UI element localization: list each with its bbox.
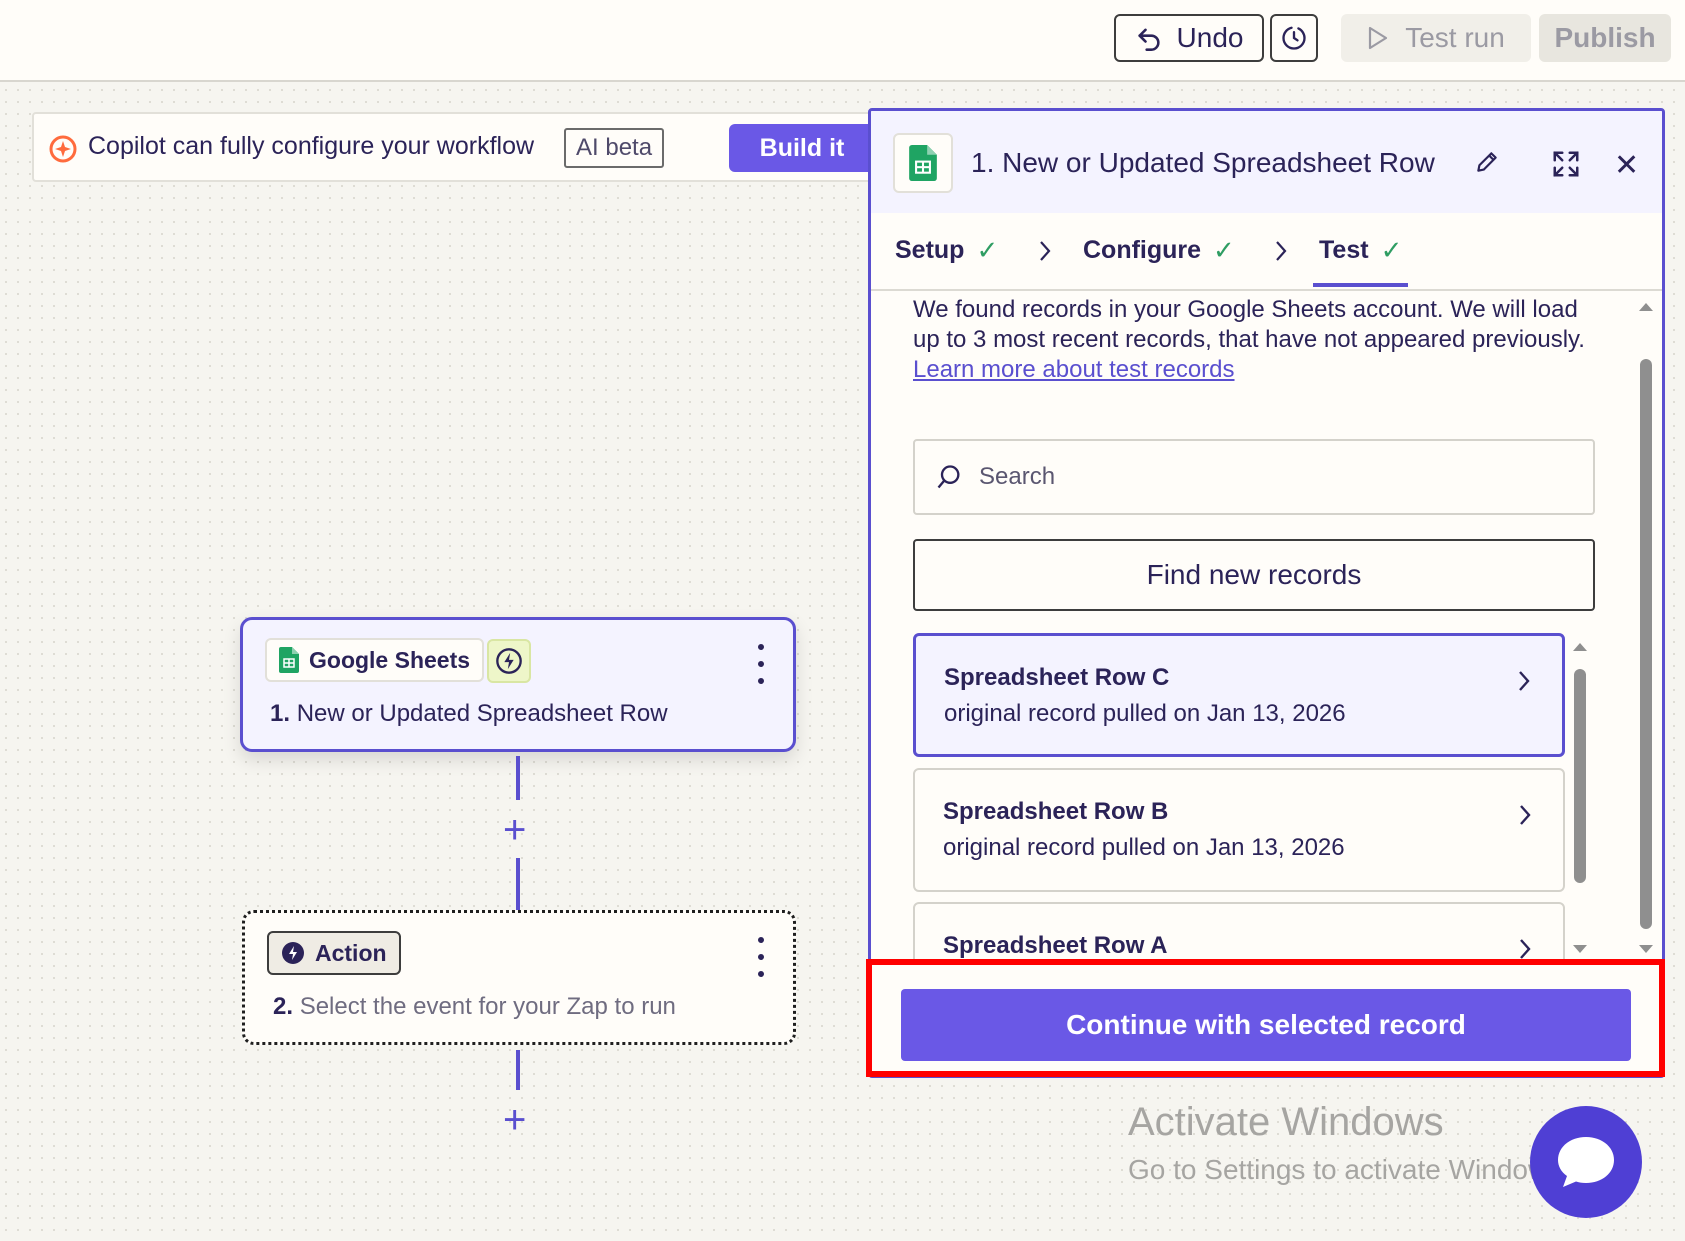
step-title: New or Updated Spreadsheet Row bbox=[296, 700, 668, 727]
ai-beta-badge: AI beta bbox=[564, 128, 665, 168]
activate-windows-subtitle: Go to Settings to activate Windows. bbox=[1128, 1154, 1570, 1185]
chevron-right-icon bbox=[1040, 241, 1051, 261]
search-placeholder: Search bbox=[979, 463, 1056, 490]
tab-test[interactable]: Test ✓ bbox=[1319, 235, 1402, 266]
record-item[interactable]: Spreadsheet Row B original record pulled… bbox=[913, 768, 1565, 892]
pencil-icon[interactable] bbox=[1474, 149, 1500, 175]
lightning-icon bbox=[282, 942, 304, 964]
search-input[interactable]: Search bbox=[913, 439, 1595, 515]
record-name: Spreadsheet Row B bbox=[943, 798, 1169, 825]
undo-button[interactable]: Undo bbox=[1114, 14, 1264, 62]
build-it-button[interactable]: Build it bbox=[729, 124, 875, 172]
check-icon: ✓ bbox=[1213, 235, 1235, 265]
scroll-down-arrow-icon[interactable] bbox=[1571, 943, 1589, 955]
timer-icon bbox=[1282, 26, 1306, 50]
record-name: Spreadsheet Row C bbox=[944, 664, 1170, 691]
step-title: Select the event for your Zap to run bbox=[299, 993, 676, 1020]
trigger-step-title: 1. New or Updated Spreadsheet Row bbox=[270, 700, 668, 728]
check-icon: ✓ bbox=[976, 235, 999, 265]
app-badge: Google Sheets bbox=[265, 638, 485, 682]
record-list-scrollbar-thumb[interactable] bbox=[1574, 669, 1586, 883]
active-tab-indicator bbox=[1313, 283, 1408, 287]
record-subtitle: original record pulled on Jan 13, 2026 bbox=[944, 700, 1346, 727]
step-tabs: Setup ✓ Configure ✓ Test ✓ bbox=[871, 213, 1662, 291]
connector-line bbox=[516, 756, 520, 800]
test-run-label: Test run bbox=[1405, 22, 1505, 53]
add-step-plus-icon[interactable]: + bbox=[503, 1100, 526, 1140]
google-sheets-icon bbox=[909, 145, 937, 181]
close-icon[interactable]: ✕ bbox=[1614, 151, 1639, 181]
tab-setup[interactable]: Setup ✓ bbox=[895, 235, 998, 266]
add-step-plus-icon[interactable]: + bbox=[503, 810, 526, 850]
check-icon: ✓ bbox=[1380, 235, 1403, 265]
find-new-records-button[interactable]: Find new records bbox=[913, 539, 1595, 611]
search-icon bbox=[937, 465, 960, 489]
scroll-up-arrow-icon[interactable] bbox=[1571, 641, 1589, 653]
record-item[interactable]: Spreadsheet Row C original record pulled… bbox=[913, 633, 1565, 757]
connector-line bbox=[516, 1050, 520, 1090]
more-options-icon[interactable] bbox=[751, 937, 771, 977]
copilot-banner: Copilot can fully configure your workflo… bbox=[32, 112, 875, 182]
panel-header: 1. New or Updated Spreadsheet Row ✕ bbox=[871, 111, 1662, 213]
step-details-panel: 1. New or Updated Spreadsheet Row ✕ Setu… bbox=[868, 108, 1665, 1078]
history-button[interactable] bbox=[1270, 14, 1318, 62]
chevron-right-icon bbox=[1276, 241, 1287, 261]
tab-label: Setup bbox=[895, 236, 965, 264]
connector-line bbox=[516, 858, 520, 910]
trigger-step-card[interactable]: Google Sheets 1. New or Updated Spreadsh… bbox=[240, 617, 796, 752]
step-number: 2. bbox=[273, 993, 294, 1020]
action-step-card[interactable]: Action 2. Select the event for your Zap … bbox=[242, 910, 796, 1045]
step-number: 1. bbox=[270, 700, 291, 727]
app-tile bbox=[893, 133, 953, 193]
test-description: We found records in your Google Sheets a… bbox=[913, 295, 1593, 385]
undo-icon bbox=[1137, 28, 1160, 51]
test-run-button[interactable]: Test run bbox=[1341, 14, 1531, 62]
action-badge: Action bbox=[267, 931, 401, 975]
tab-label: Test bbox=[1319, 236, 1369, 264]
top-toolbar: Undo Test run Publish bbox=[0, 0, 1685, 82]
chevron-right-icon bbox=[1519, 671, 1530, 691]
panel-scrollbar-thumb[interactable] bbox=[1640, 359, 1652, 929]
highlight-annotation-box bbox=[866, 959, 1665, 1077]
publish-label: Publish bbox=[1554, 22, 1656, 53]
activate-windows-title: Activate Windows bbox=[1128, 1100, 1444, 1144]
copilot-text: Copilot can fully configure your workflo… bbox=[88, 132, 535, 160]
play-icon bbox=[1369, 26, 1388, 50]
google-sheets-icon bbox=[279, 647, 299, 673]
panel-title: 1. New or Updated Spreadsheet Row bbox=[971, 147, 1435, 178]
action-badge-label: Action bbox=[315, 939, 387, 966]
publish-button[interactable]: Publish bbox=[1539, 14, 1671, 62]
description-text: We found records in your Google Sheets a… bbox=[913, 296, 1585, 353]
app-name: Google Sheets bbox=[309, 646, 471, 673]
record-name: Spreadsheet Row A bbox=[943, 932, 1168, 959]
chat-support-button[interactable] bbox=[1530, 1106, 1642, 1218]
chevron-right-icon bbox=[1520, 805, 1531, 825]
trigger-bolt-badge bbox=[487, 639, 531, 683]
record-subtitle: original record pulled on Jan 13, 2026 bbox=[943, 834, 1345, 861]
lightning-icon bbox=[496, 648, 522, 674]
chat-bubble-icon bbox=[1558, 1137, 1614, 1187]
tab-configure[interactable]: Configure ✓ bbox=[1083, 235, 1235, 266]
tab-label: Configure bbox=[1083, 236, 1202, 264]
scroll-down-arrow-icon[interactable] bbox=[1637, 943, 1655, 955]
scroll-up-arrow-icon[interactable] bbox=[1637, 301, 1655, 313]
expand-icon[interactable] bbox=[1551, 149, 1581, 179]
undo-label: Undo bbox=[1176, 22, 1244, 53]
learn-more-link[interactable]: Learn more about test records bbox=[913, 355, 1593, 385]
action-step-title: 2. Select the event for your Zap to run bbox=[273, 993, 676, 1021]
more-options-icon[interactable] bbox=[751, 644, 771, 684]
copilot-icon bbox=[49, 135, 77, 163]
